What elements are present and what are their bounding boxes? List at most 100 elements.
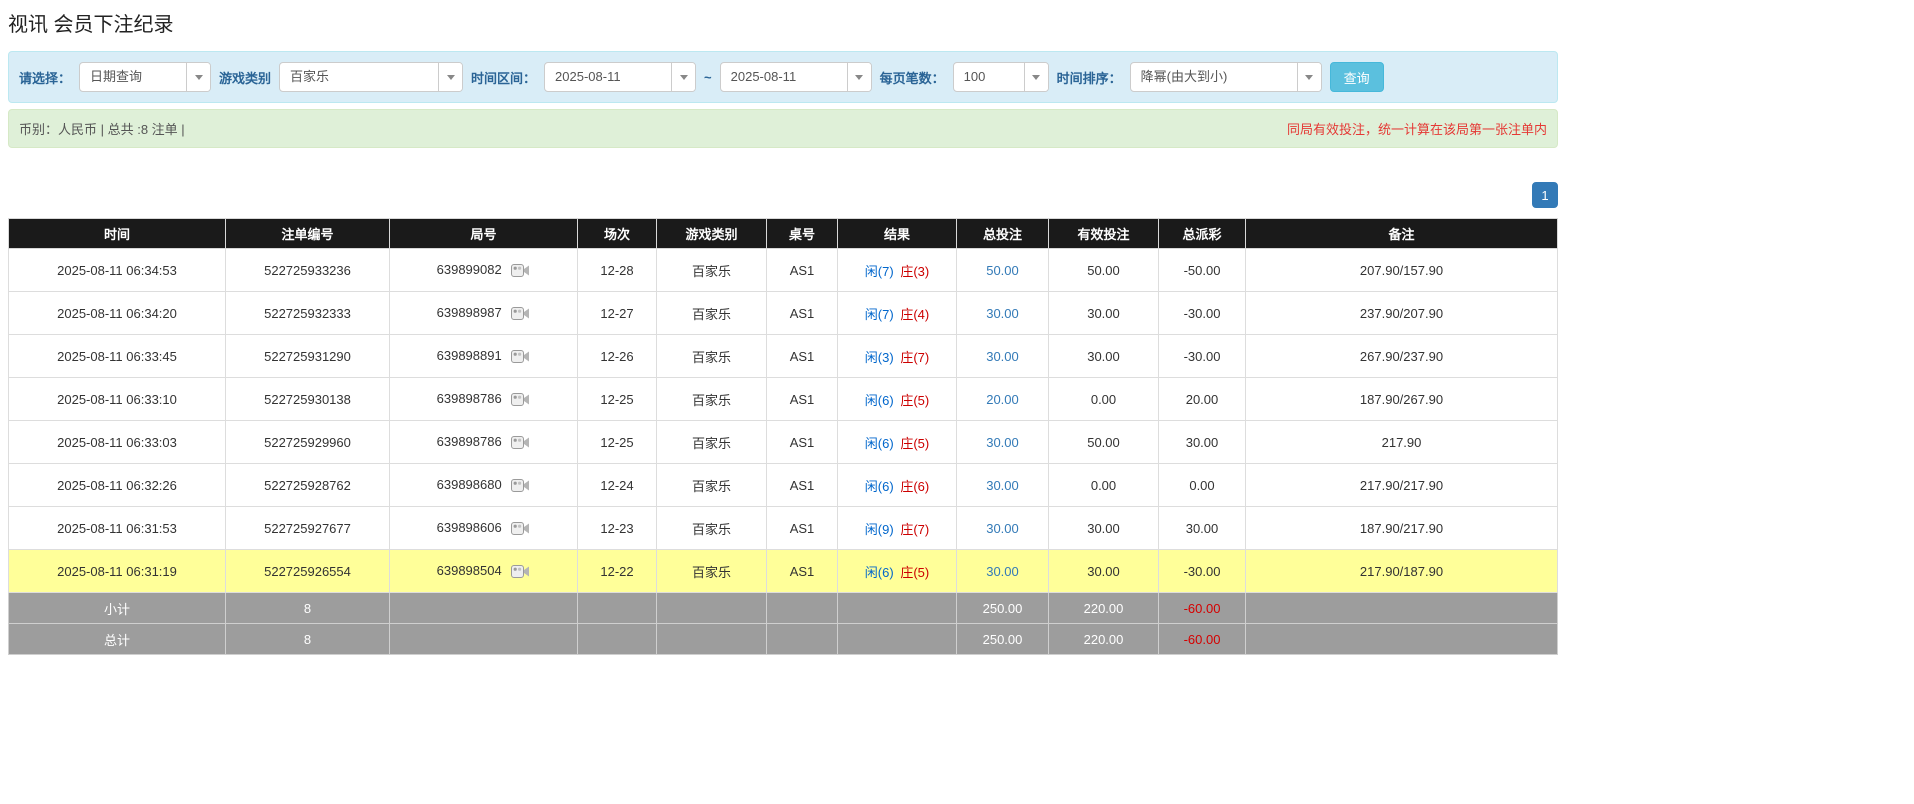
- cell-round-no: 639898987: [390, 292, 578, 335]
- header-result: 结果: [838, 219, 957, 249]
- video-icon[interactable]: [511, 349, 530, 364]
- result-banker: 庄(5): [900, 393, 929, 408]
- total-bet-link[interactable]: 20.00: [986, 392, 1019, 407]
- cell-total-bet: 30.00: [957, 507, 1049, 550]
- header-remark: 备注: [1246, 219, 1558, 249]
- cell-remark: 187.90/267.90: [1246, 378, 1558, 421]
- date-to-value: 2025-08-11: [721, 63, 847, 91]
- sort-select[interactable]: 降幂(由大到小): [1130, 62, 1322, 92]
- per-page-select[interactable]: 100: [953, 62, 1049, 92]
- query-type-select[interactable]: 日期查询: [79, 62, 211, 92]
- cell-remark: 187.90/217.90: [1246, 507, 1558, 550]
- result-banker: 庄(5): [900, 436, 929, 451]
- table-row: 2025-08-11 06:34:20 522725932333 6398989…: [9, 292, 1558, 335]
- video-icon[interactable]: [511, 392, 530, 407]
- table-row: 2025-08-11 06:33:10 522725930138 6398987…: [9, 378, 1558, 421]
- summary-currency-text: 币别：人民币 | 总共 :8 注单 |: [19, 119, 185, 138]
- total-bet-link[interactable]: 30.00: [986, 564, 1019, 579]
- date-from-select[interactable]: 2025-08-11: [544, 62, 696, 92]
- chevron-down-icon[interactable]: [438, 63, 462, 91]
- table-row: 2025-08-11 06:31:53 522725927677 6398986…: [9, 507, 1558, 550]
- result-player: 闲(9): [865, 522, 894, 537]
- table-row: 2025-08-11 06:34:53 522725933236 6398990…: [9, 249, 1558, 292]
- result-banker: 庄(7): [900, 350, 929, 365]
- video-icon[interactable]: [511, 564, 530, 579]
- empty-cell: [838, 593, 957, 624]
- cell-payout: 30.00: [1159, 507, 1246, 550]
- cell-valid-bet: 50.00: [1049, 249, 1159, 292]
- cell-result: 闲(6) 庄(6): [838, 464, 957, 507]
- cell-table-no: AS1: [767, 464, 838, 507]
- table-header-row: 时间 注单编号 局号 场次 游戏类别 桌号 结果 总投注 有效投注 总派彩 备注: [9, 219, 1558, 249]
- cell-session: 12-25: [578, 421, 657, 464]
- cell-result: 闲(7) 庄(4): [838, 292, 957, 335]
- video-icon[interactable]: [511, 521, 530, 536]
- empty-cell: [767, 593, 838, 624]
- cell-game-type: 百家乐: [657, 507, 767, 550]
- result-player: 闲(6): [865, 393, 894, 408]
- game-type-select[interactable]: 百家乐: [279, 62, 463, 92]
- query-button[interactable]: 查询: [1330, 62, 1384, 92]
- cell-table-no: AS1: [767, 249, 838, 292]
- empty-cell: [1246, 624, 1558, 655]
- cell-session: 12-28: [578, 249, 657, 292]
- chevron-down-icon[interactable]: [186, 63, 210, 91]
- empty-cell: [767, 624, 838, 655]
- chevron-down-icon[interactable]: [1297, 63, 1321, 91]
- result-player: 闲(6): [865, 479, 894, 494]
- cell-table-no: AS1: [767, 550, 838, 593]
- cell-round-no: 639898680: [390, 464, 578, 507]
- total-bet-link[interactable]: 30.00: [986, 349, 1019, 364]
- table-body: 2025-08-11 06:34:53 522725933236 6398990…: [9, 249, 1558, 593]
- cell-session: 12-22: [578, 550, 657, 593]
- cell-game-type: 百家乐: [657, 421, 767, 464]
- result-player: 闲(3): [865, 350, 894, 365]
- result-player: 闲(7): [865, 307, 894, 322]
- round-no-text: 639899082: [437, 262, 502, 277]
- video-icon[interactable]: [511, 435, 530, 450]
- result-banker: 庄(6): [900, 479, 929, 494]
- pagination: 1: [8, 182, 1558, 208]
- chevron-down-icon[interactable]: [1024, 63, 1048, 91]
- total-bet-link[interactable]: 30.00: [986, 521, 1019, 536]
- cell-remark: 237.90/207.90: [1246, 292, 1558, 335]
- cell-payout: -30.00: [1159, 550, 1246, 593]
- pagination-page-1[interactable]: 1: [1532, 182, 1558, 208]
- cell-bet-no: 522725927677: [226, 507, 390, 550]
- empty-cell: [578, 624, 657, 655]
- video-icon[interactable]: [511, 478, 530, 493]
- round-no-text: 639898680: [437, 477, 502, 492]
- filter-bar: 请选择： 日期查询 游戏类别 百家乐 时间区间： 2025-08-11 ~ 20…: [8, 51, 1558, 103]
- date-range-separator: ~: [704, 70, 712, 85]
- total-row: 总计 8 250.00 220.00 -60.00: [9, 624, 1558, 655]
- subtotal-count: 8: [226, 593, 390, 624]
- cell-time: 2025-08-11 06:33:10: [9, 378, 226, 421]
- cell-session: 12-27: [578, 292, 657, 335]
- empty-cell: [838, 624, 957, 655]
- cell-table-no: AS1: [767, 335, 838, 378]
- cell-session: 12-26: [578, 335, 657, 378]
- total-bet-link[interactable]: 30.00: [986, 435, 1019, 450]
- total-bet-link[interactable]: 30.00: [986, 306, 1019, 321]
- video-icon[interactable]: [511, 263, 530, 278]
- cell-result: 闲(6) 庄(5): [838, 378, 957, 421]
- total-bet-link[interactable]: 50.00: [986, 263, 1019, 278]
- chevron-down-icon[interactable]: [671, 63, 695, 91]
- cell-bet-no: 522725932333: [226, 292, 390, 335]
- video-icon[interactable]: [511, 306, 530, 321]
- cell-valid-bet: 0.00: [1049, 464, 1159, 507]
- result-player: 闲(6): [865, 565, 894, 580]
- chevron-down-icon[interactable]: [847, 63, 871, 91]
- total-bet-link[interactable]: 30.00: [986, 478, 1019, 493]
- time-range-label: 时间区间：: [471, 68, 536, 87]
- empty-cell: [657, 593, 767, 624]
- table-row: 2025-08-11 06:31:19 522725926554 6398985…: [9, 550, 1558, 593]
- game-type-value: 百家乐: [280, 63, 438, 91]
- header-bet-no: 注单编号: [226, 219, 390, 249]
- cell-remark: 217.90/187.90: [1246, 550, 1558, 593]
- cell-table-no: AS1: [767, 378, 838, 421]
- cell-remark: 217.90: [1246, 421, 1558, 464]
- header-total-bet: 总投注: [957, 219, 1049, 249]
- date-to-select[interactable]: 2025-08-11: [720, 62, 872, 92]
- cell-remark: 207.90/157.90: [1246, 249, 1558, 292]
